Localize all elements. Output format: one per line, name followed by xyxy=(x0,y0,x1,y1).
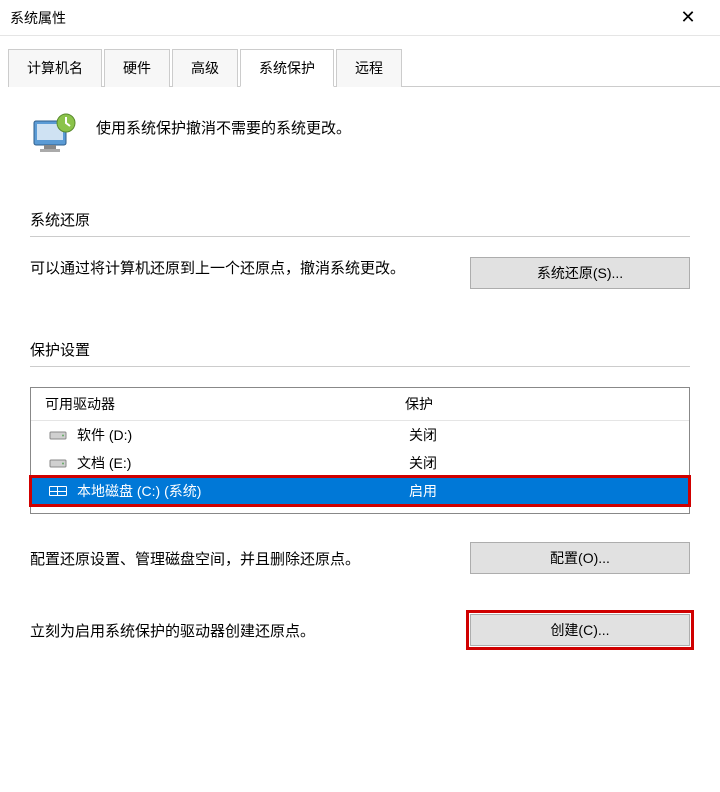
configure-button[interactable]: 配置(O)... xyxy=(470,542,690,574)
separator xyxy=(30,366,690,367)
drive-status: 关闭 xyxy=(409,453,675,473)
system-restore-button[interactable]: 系统还原(S)... xyxy=(470,257,690,289)
tab-computer-name[interactable]: 计算机名 xyxy=(8,49,102,87)
col-header-status: 保护 xyxy=(405,394,675,414)
configure-row: 配置还原设置、管理磁盘空间，并且删除还原点。 配置(O)... xyxy=(30,542,690,574)
create-row: 立刻为启用系统保护的驱动器创建还原点。 创建(C)... xyxy=(30,614,690,646)
col-header-drive: 可用驱动器 xyxy=(45,394,405,414)
tab-system-protection[interactable]: 系统保护 xyxy=(240,49,334,87)
section-title-protection: 保护设置 xyxy=(30,339,690,360)
drive-table-header: 可用驱动器 保护 xyxy=(31,388,689,421)
system-protection-icon xyxy=(30,111,78,159)
close-button[interactable]: ✕ xyxy=(668,4,708,32)
titlebar: 系统属性 ✕ xyxy=(0,0,720,36)
section-title-restore: 系统还原 xyxy=(30,209,690,230)
drive-icon xyxy=(49,456,67,470)
intro-text: 使用系统保护撤消不需要的系统更改。 xyxy=(96,111,351,138)
create-button[interactable]: 创建(C)... xyxy=(470,614,690,646)
create-text: 立刻为启用系统保护的驱动器创建还原点。 xyxy=(30,620,450,641)
tab-hardware[interactable]: 硬件 xyxy=(104,49,170,87)
drive-name: 本地磁盘 (C:) (系统) xyxy=(77,481,409,501)
close-icon: ✕ xyxy=(680,7,695,28)
drive-table: 可用驱动器 保护 软件 (D:) 关闭 文档 (E:) 关闭 本地磁盘 (C:)… xyxy=(30,387,690,514)
restore-description: 可以通过将计算机还原到上一个还原点，撤消系统更改。 xyxy=(30,257,450,281)
drive-status: 关闭 xyxy=(409,425,675,445)
drive-row-selected[interactable]: 本地磁盘 (C:) (系统) 启用 xyxy=(31,477,689,505)
drive-name: 文档 (E:) xyxy=(77,453,409,473)
drive-row[interactable]: 文档 (E:) 关闭 xyxy=(31,449,689,477)
drive-name: 软件 (D:) xyxy=(77,425,409,445)
tab-content: 使用系统保护撤消不需要的系统更改。 系统还原 可以通过将计算机还原到上一个还原点… xyxy=(0,87,720,646)
tab-advanced[interactable]: 高级 xyxy=(172,49,238,87)
tab-remote[interactable]: 远程 xyxy=(336,49,402,87)
restore-row: 可以通过将计算机还原到上一个还原点，撤消系统更改。 系统还原(S)... xyxy=(30,257,690,289)
intro-row: 使用系统保护撤消不需要的系统更改。 xyxy=(30,111,690,159)
window-title: 系统属性 xyxy=(10,8,66,28)
drive-row[interactable]: 软件 (D:) 关闭 xyxy=(31,421,689,449)
separator xyxy=(30,236,690,237)
windows-drive-icon xyxy=(49,484,67,498)
configure-text: 配置还原设置、管理磁盘空间，并且删除还原点。 xyxy=(30,548,450,569)
drive-status: 启用 xyxy=(409,481,675,501)
tabs: 计算机名 硬件 高级 系统保护 远程 xyxy=(8,48,720,87)
drive-icon xyxy=(49,428,67,442)
